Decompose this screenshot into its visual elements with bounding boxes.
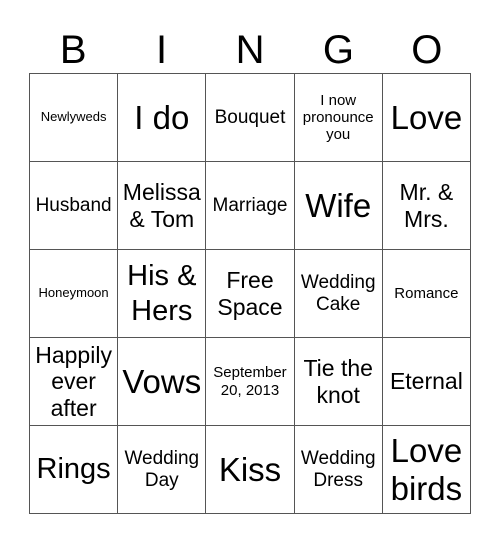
bingo-cell[interactable]: His & Hers xyxy=(118,250,207,338)
bingo-header: B I N G O xyxy=(29,27,471,73)
bingo-cell[interactable]: I now pronounce you xyxy=(294,74,383,162)
header-letter-i: I xyxy=(156,28,168,72)
bingo-cell[interactable]: Wife xyxy=(294,162,383,250)
bingo-cell[interactable]: Wedding Day xyxy=(118,426,207,514)
bingo-cell[interactable]: Bouquet xyxy=(206,74,295,162)
bingo-cell[interactable]: Eternal xyxy=(382,338,471,426)
header-letter-g: G xyxy=(322,28,354,72)
header-letter-o: O xyxy=(411,28,443,72)
header-letter-n: N xyxy=(235,28,265,72)
bingo-card-grid: Newlyweds I do Bouquet I now pronounce y… xyxy=(29,73,471,514)
header-letter-b: B xyxy=(59,28,87,72)
bingo-cell[interactable]: Mr. & Mrs. xyxy=(382,162,471,250)
bingo-cell[interactable]: Husband xyxy=(30,162,119,250)
bingo-cell[interactable]: Marriage xyxy=(206,162,295,250)
free-space-cell[interactable]: Free Space xyxy=(206,250,295,338)
bingo-cell[interactable]: I do xyxy=(118,74,207,162)
bingo-cell[interactable]: Love birds xyxy=(382,426,471,514)
bingo-cell[interactable]: September 20, 2013 xyxy=(206,338,295,426)
bingo-cell[interactable]: Tie the knot xyxy=(294,338,383,426)
bingo-cell[interactable]: Rings xyxy=(30,426,119,514)
bingo-cell[interactable]: Happily ever after xyxy=(30,338,119,426)
bingo-cell[interactable]: Vows xyxy=(118,338,207,426)
bingo-cell[interactable]: Wedding Dress xyxy=(294,426,383,514)
bingo-cell[interactable]: Honeymoon xyxy=(30,250,119,338)
bingo-cell[interactable]: Newlyweds xyxy=(30,74,119,162)
bingo-cell[interactable]: Love xyxy=(382,74,471,162)
bingo-cell[interactable]: Melissa & Tom xyxy=(118,162,207,250)
bingo-cell[interactable]: Wedding Cake xyxy=(294,250,383,338)
bingo-cell[interactable]: Romance xyxy=(382,250,471,338)
bingo-cell[interactable]: Kiss xyxy=(206,426,295,514)
